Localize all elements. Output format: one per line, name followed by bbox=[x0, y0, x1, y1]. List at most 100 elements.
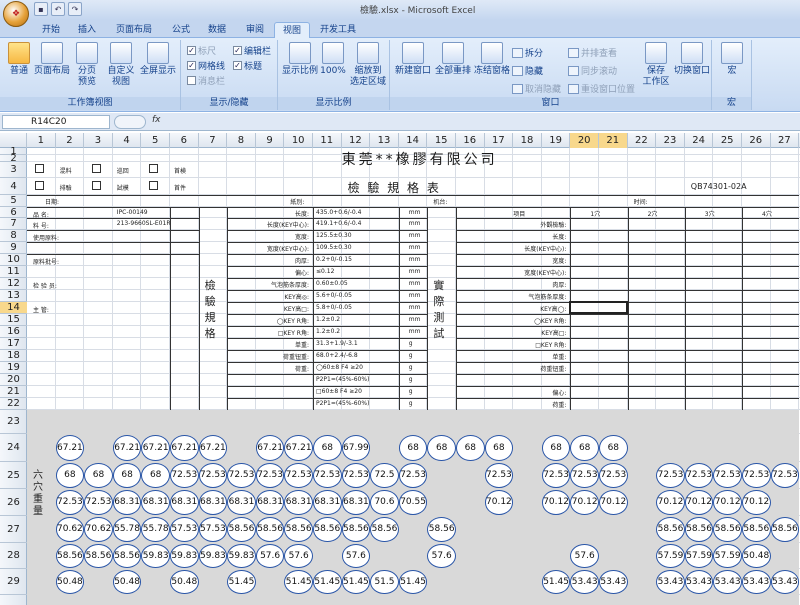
row-header[interactable]: 10 bbox=[0, 254, 27, 266]
column-header[interactable]: 18 bbox=[513, 133, 542, 148]
message-bar-checkbox[interactable]: 消息栏 bbox=[187, 74, 225, 87]
row-header[interactable]: 28 bbox=[0, 543, 27, 569]
formula-bar-checkbox[interactable]: ✓ 编辑栏 bbox=[233, 44, 271, 57]
column-header[interactable]: 12 bbox=[342, 133, 371, 148]
column-header[interactable]: 23 bbox=[656, 133, 685, 148]
page-layout-view-button[interactable]: 页面布局 bbox=[34, 42, 70, 77]
column-header[interactable]: 10 bbox=[284, 133, 313, 148]
gridlines-checkbox[interactable]: ✓ 网格线 bbox=[187, 59, 225, 72]
row-header[interactable]: 26 bbox=[0, 489, 27, 516]
tab-developer[interactable]: 开发工具 bbox=[312, 22, 364, 38]
formula-buttons[interactable] bbox=[114, 115, 146, 129]
row-header[interactable]: 27 bbox=[0, 516, 27, 543]
tab-home[interactable]: 开始 bbox=[34, 22, 68, 38]
column-header[interactable]: 26 bbox=[742, 133, 771, 148]
redo-icon[interactable]: ↷ bbox=[68, 2, 82, 16]
row-header[interactable]: 5 bbox=[0, 195, 27, 207]
row-header[interactable]: 21 bbox=[0, 386, 27, 398]
tab-page-layout[interactable]: 页面布局 bbox=[108, 22, 160, 38]
custom-views-button[interactable]: 自定义 视图 bbox=[104, 42, 138, 88]
column-header[interactable]: 14 bbox=[399, 133, 428, 148]
freeze-panes-button[interactable]: 冻结窗格 bbox=[472, 42, 512, 77]
save-icon[interactable]: ▪ bbox=[34, 2, 48, 16]
full-screen-button[interactable]: 全屏显示 bbox=[138, 42, 178, 77]
row-header[interactable]: 3 bbox=[0, 162, 27, 178]
column-header[interactable]: 4 bbox=[113, 133, 142, 148]
tab-review[interactable]: 审阅 bbox=[238, 22, 272, 38]
undo-icon[interactable]: ↶ bbox=[51, 2, 65, 16]
column-header[interactable]: 3 bbox=[84, 133, 113, 148]
tab-formulas[interactable]: 公式 bbox=[164, 22, 198, 38]
column-header[interactable]: 27 bbox=[771, 133, 800, 148]
column-header[interactable]: 5 bbox=[141, 133, 170, 148]
column-header[interactable]: 22 bbox=[628, 133, 657, 148]
unhide-button[interactable]: 取消隐藏 bbox=[512, 82, 561, 95]
column-header[interactable]: 15 bbox=[427, 133, 456, 148]
column-header[interactable]: 2 bbox=[56, 133, 85, 148]
row-header[interactable]: 15 bbox=[0, 314, 27, 326]
worksheet-grid[interactable]: 東莞**橡膠有限公司檢 驗 規 格 表 QB74301-02A 混料 巡回 首検 排驗 試模… bbox=[27, 148, 800, 605]
column-header[interactable]: 21 bbox=[599, 133, 628, 148]
row-header[interactable]: 19 bbox=[0, 362, 27, 374]
tab-view[interactable]: 视图 bbox=[274, 22, 311, 38]
row-header[interactable]: 2 bbox=[0, 154, 27, 164]
checkbox[interactable] bbox=[92, 164, 102, 173]
row-header[interactable]: 4 bbox=[0, 178, 27, 195]
row-header[interactable]: 20 bbox=[0, 374, 27, 386]
column-header[interactable]: 11 bbox=[313, 133, 342, 148]
column-header[interactable]: 24 bbox=[685, 133, 714, 148]
office-button[interactable]: ❖ bbox=[3, 1, 29, 27]
zoom-selection-button[interactable]: 缩放到 选定区域 bbox=[348, 42, 388, 88]
column-header[interactable]: 25 bbox=[713, 133, 742, 148]
hide-button[interactable]: 隐藏 bbox=[512, 64, 543, 77]
row-header[interactable]: 24 bbox=[0, 434, 27, 462]
arrange-all-button[interactable]: 全部重排 bbox=[434, 42, 472, 77]
checkbox[interactable] bbox=[149, 181, 159, 190]
row-header[interactable]: 25 bbox=[0, 462, 27, 489]
column-header[interactable]: 7 bbox=[199, 133, 228, 148]
row-header[interactable]: 8 bbox=[0, 230, 27, 242]
active-cell[interactable] bbox=[569, 301, 628, 314]
tab-insert[interactable]: 插入 bbox=[70, 22, 104, 38]
macros-button[interactable]: 宏 bbox=[718, 42, 746, 77]
zoom-100-button[interactable]: 100% bbox=[320, 42, 346, 77]
ruler-checkbox[interactable]: ✓ 标尺 bbox=[187, 44, 216, 57]
row-header[interactable]: 13 bbox=[0, 290, 27, 302]
column-header[interactable]: 17 bbox=[485, 133, 514, 148]
row-header[interactable]: 9 bbox=[0, 242, 27, 254]
checkbox[interactable] bbox=[35, 164, 44, 173]
split-button[interactable]: 拆分 bbox=[512, 46, 543, 59]
row-header[interactable]: 17 bbox=[0, 338, 27, 350]
reset-window-position-button[interactable]: 重设窗口位置 bbox=[568, 82, 635, 95]
checkbox[interactable] bbox=[149, 164, 159, 173]
column-header[interactable]: 8 bbox=[227, 133, 256, 148]
column-header[interactable]: 13 bbox=[370, 133, 399, 148]
column-header[interactable]: 1 bbox=[27, 133, 56, 148]
page-break-preview-button[interactable]: 分页 预览 bbox=[72, 42, 102, 88]
row-header[interactable]: 14 bbox=[0, 302, 27, 314]
checkbox[interactable] bbox=[35, 181, 44, 190]
row-header[interactable]: 18 bbox=[0, 350, 27, 362]
row-header[interactable]: 22 bbox=[0, 398, 27, 410]
view-side-by-side-button[interactable]: 并排查看 bbox=[568, 46, 617, 59]
row-header[interactable]: 23 bbox=[0, 410, 27, 434]
row-header[interactable]: 16 bbox=[0, 326, 27, 338]
fx-icon[interactable]: fx bbox=[152, 115, 161, 125]
tab-data[interactable]: 数据 bbox=[200, 22, 234, 38]
row-header[interactable]: 12 bbox=[0, 278, 27, 290]
column-header[interactable]: 6 bbox=[170, 133, 199, 148]
name-box[interactable]: R14C20 bbox=[2, 115, 110, 129]
column-header[interactable]: 20 bbox=[570, 133, 599, 148]
switch-windows-button[interactable]: 切换窗口 bbox=[672, 42, 712, 77]
new-window-button[interactable]: 新建窗口 bbox=[394, 42, 432, 77]
row-header[interactable]: 11 bbox=[0, 266, 27, 278]
normal-view-button[interactable]: 普通 bbox=[4, 42, 34, 77]
sync-scroll-button[interactable]: 同步滚动 bbox=[568, 64, 617, 77]
row-header[interactable]: 7 bbox=[0, 218, 27, 230]
column-header[interactable]: 16 bbox=[456, 133, 485, 148]
row-header[interactable]: 6 bbox=[0, 207, 27, 218]
checkbox[interactable] bbox=[92, 181, 102, 190]
column-header[interactable]: 9 bbox=[256, 133, 285, 148]
row-header[interactable]: 29 bbox=[0, 569, 27, 595]
headings-checkbox[interactable]: ✓ 标题 bbox=[233, 59, 262, 72]
